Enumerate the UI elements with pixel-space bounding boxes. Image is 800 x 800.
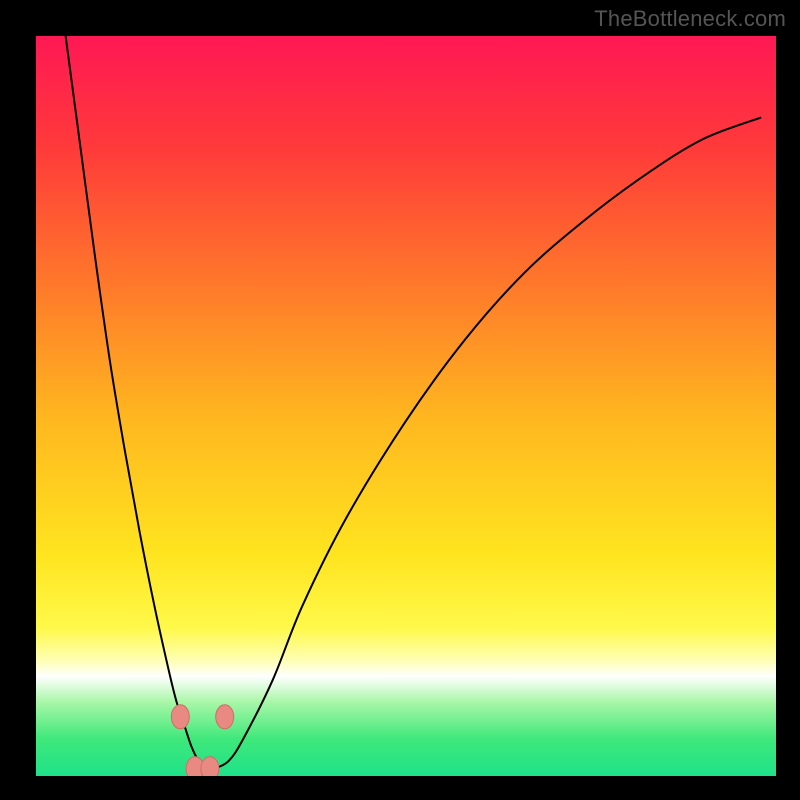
curve-marker <box>216 705 234 729</box>
bottleneck-curve-svg <box>36 36 776 776</box>
plot-area <box>36 36 776 776</box>
curve-marker <box>171 705 189 729</box>
chart-frame: TheBottleneck.com <box>0 0 800 800</box>
curve-marker <box>201 757 219 776</box>
watermark-text: TheBottleneck.com <box>594 6 786 32</box>
gradient-background <box>36 36 776 776</box>
